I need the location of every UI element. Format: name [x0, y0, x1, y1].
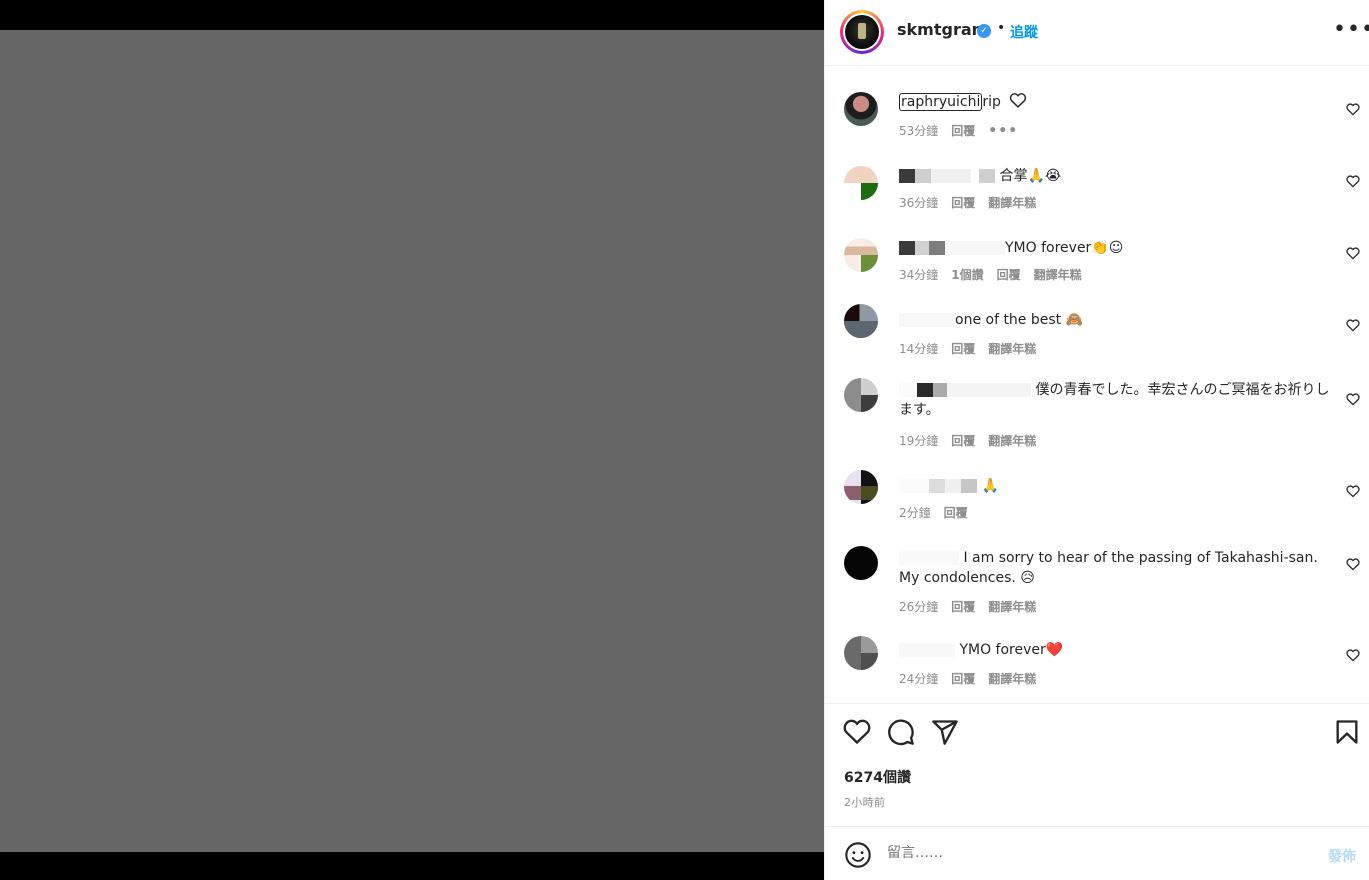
pixelated-username [899, 169, 915, 183]
emoji-smile-icon[interactable] [844, 841, 872, 869]
comment-item: 合掌🙏😭 36分鐘 回覆 翻譯年糕 [825, 144, 1369, 216]
translate-button[interactable]: 翻譯年糕 [988, 600, 1036, 614]
reply-button[interactable]: 回覆 [951, 434, 975, 448]
like-heart-icon[interactable] [843, 718, 871, 746]
comment-time: 2分鐘 [899, 506, 931, 520]
verified-badge-icon: ✓ [977, 24, 991, 38]
pixelated-username [899, 241, 915, 255]
comment-text: YMO forever❤️ [959, 642, 1064, 658]
translate-button[interactable]: 翻譯年糕 [988, 434, 1036, 448]
comment-composer: 發佈 [825, 826, 1369, 880]
commenter-avatar[interactable] [844, 304, 878, 338]
comment-like-heart-icon[interactable] [1009, 92, 1027, 108]
pixelated-username [899, 551, 959, 565]
commenter-avatar[interactable] [844, 636, 878, 670]
comment-bubble-icon[interactable] [887, 718, 915, 746]
translate-button[interactable]: 翻譯年糕 [988, 672, 1036, 686]
separator-dot: • [997, 20, 1006, 36]
commenter-avatar[interactable] [844, 546, 878, 580]
comment-more-button[interactable]: ••• [988, 123, 1018, 139]
comment-text: one of the best 🙈 [955, 312, 1084, 328]
reply-button[interactable]: 回覆 [951, 342, 975, 356]
comment-item: 僕の青春でした。幸宏さんのご冥福をお祈りします。 19分鐘 回覆 翻譯年糕 [825, 362, 1369, 458]
comment-time: 24分鐘 [899, 672, 939, 686]
author-avatar[interactable] [840, 10, 884, 54]
pixelated-username [899, 383, 917, 397]
comment-item: raphryuichi rip 53分鐘 回覆 ••• [825, 66, 1369, 144]
comment-item: I am sorry to hear of the passing of Tak… [825, 530, 1369, 622]
instagram-post-viewer: skmtgram ✓ • 追蹤 ••• raphryuichirip 53分鐘回… [0, 0, 1369, 880]
commenter-username[interactable]: raphryuichi [899, 93, 983, 111]
comment-input[interactable] [887, 845, 1307, 861]
reply-button[interactable]: 回覆 [951, 672, 975, 686]
reply-button[interactable]: 回覆 [951, 196, 975, 210]
comment-text: I am sorry to hear of the passing of Tak… [899, 550, 1318, 586]
comment-text: rip [982, 94, 1001, 110]
translate-button[interactable]: 翻譯年糕 [988, 342, 1036, 356]
post-side-panel: skmtgram ✓ • 追蹤 ••• raphryuichirip 53分鐘回… [824, 0, 1369, 880]
comment-time: 36分鐘 [899, 196, 939, 210]
comment-item: YMO forever❤️ 24分鐘 回覆 翻譯年糕 [825, 622, 1369, 694]
commenter-avatar[interactable] [844, 238, 878, 272]
translate-button[interactable]: 翻譯年糕 [1034, 268, 1082, 282]
media-panel [0, 0, 824, 880]
reply-button[interactable]: 回覆 [951, 124, 975, 138]
commenter-avatar[interactable] [844, 470, 878, 504]
like-comment-heart-icon[interactable] [1346, 318, 1360, 332]
commenter-avatar[interactable] [844, 92, 878, 126]
like-comment-heart-icon[interactable] [1346, 557, 1360, 571]
comment-text: YMO forever👏☺ [1005, 240, 1124, 256]
reply-button[interactable]: 回覆 [951, 600, 975, 614]
commenter-avatar[interactable] [844, 166, 878, 200]
comment-text: 合掌🙏😭 [999, 168, 1062, 184]
comment-like-count[interactable]: 1個讚 [951, 268, 983, 282]
comment-time: 53分鐘 [899, 124, 939, 138]
like-comment-heart-icon[interactable] [1346, 174, 1360, 188]
translate-button[interactable]: 翻譯年糕 [988, 196, 1036, 210]
more-options-button[interactable]: ••• [1333, 19, 1369, 41]
comment-time: 14分鐘 [899, 342, 939, 356]
post-time[interactable]: 2小時前 [844, 794, 885, 810]
post-image[interactable] [0, 30, 824, 852]
comment-text: 🙏 [981, 478, 999, 494]
comment-time: 26分鐘 [899, 600, 939, 614]
like-count[interactable]: 6274個讚 [844, 767, 911, 787]
comments-list[interactable]: raphryuichi rip 53分鐘 回覆 ••• 合掌🙏😭 36分鐘 回覆… [825, 66, 1369, 703]
post-comment-button[interactable]: 發佈 [1328, 846, 1356, 866]
like-comment-heart-icon[interactable] [1346, 392, 1360, 406]
post-header: skmtgram ✓ • 追蹤 ••• [825, 0, 1369, 66]
follow-button[interactable]: 追蹤 [1010, 22, 1038, 42]
comment-item: one of the best 🙈 14分鐘 回覆 翻譯年糕 [825, 288, 1369, 362]
like-comment-heart-icon[interactable] [1346, 648, 1360, 662]
like-comment-heart-icon[interactable] [1346, 484, 1360, 498]
author-username[interactable]: skmtgram [897, 20, 988, 39]
like-comment-heart-icon[interactable] [1346, 102, 1360, 116]
commenter-avatar[interactable] [844, 378, 878, 412]
comment-time: 34分鐘 [899, 268, 939, 282]
pixelated-username [899, 643, 955, 657]
reply-button[interactable]: 回覆 [997, 268, 1021, 282]
share-paper-plane-icon[interactable] [931, 718, 959, 746]
like-comment-heart-icon[interactable] [1346, 246, 1360, 260]
comment-item: YMO forever👏☺ 34分鐘 1個讚 回覆 翻譯年糕 [825, 216, 1369, 288]
pixelated-username [899, 479, 929, 493]
comment-time: 19分鐘 [899, 434, 939, 448]
reply-button[interactable]: 回覆 [944, 506, 968, 520]
comment-item: 🙏 2分鐘 回覆 [825, 458, 1369, 530]
pixelated-username [899, 313, 955, 327]
post-actions: 6274個讚 2小時前 [825, 703, 1369, 826]
save-bookmark-icon[interactable] [1333, 718, 1361, 746]
